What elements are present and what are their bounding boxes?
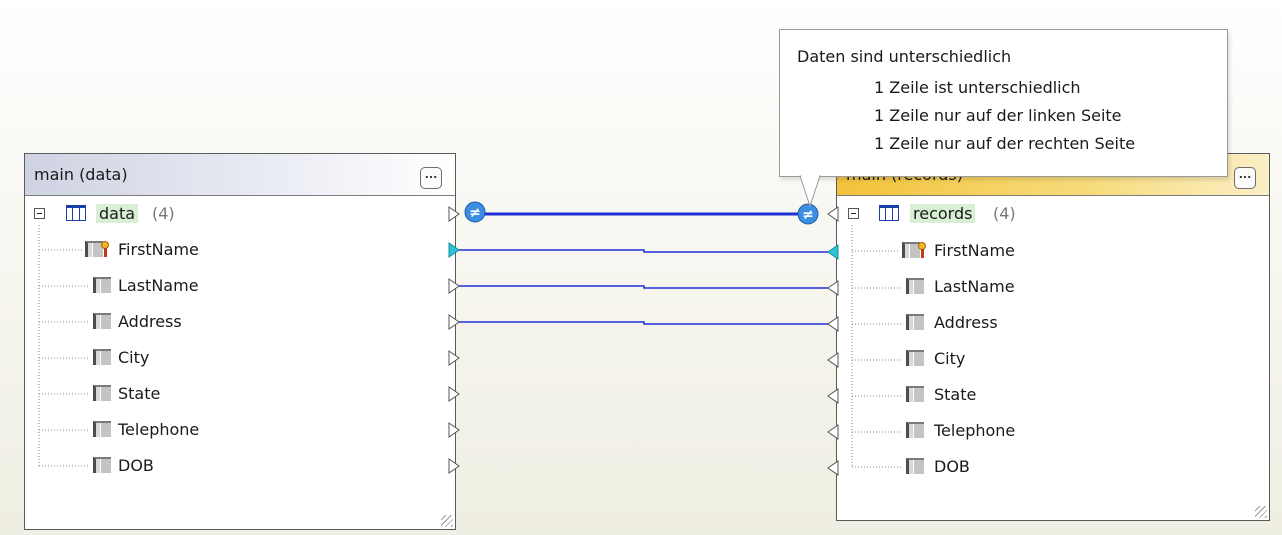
right-resize-grip[interactable] bbox=[1255, 506, 1267, 518]
connector-input[interactable] bbox=[827, 316, 839, 332]
left-column-label: City bbox=[118, 348, 150, 367]
left-root-row[interactable]: data (4) bbox=[25, 196, 455, 232]
connector-input[interactable] bbox=[827, 460, 839, 476]
left-column-row-address[interactable]: Address bbox=[25, 304, 455, 340]
connector-input[interactable] bbox=[827, 244, 839, 260]
column-icon bbox=[93, 457, 111, 473]
left-root-label: data bbox=[96, 204, 139, 223]
left-column-row-telephone[interactable]: Telephone bbox=[25, 412, 455, 448]
right-column-row-firstname[interactable]: FirstName bbox=[837, 233, 1269, 269]
right-root-count: (4) bbox=[993, 204, 1016, 223]
column-icon bbox=[906, 278, 924, 294]
table-icon bbox=[66, 205, 86, 221]
column-icon bbox=[93, 313, 111, 329]
connector-input[interactable] bbox=[827, 388, 839, 404]
not-equal-icon: ≠ bbox=[469, 205, 481, 221]
left-component-options-button[interactable]: ... bbox=[420, 167, 442, 189]
connector-input[interactable] bbox=[827, 352, 839, 368]
right-column-row-state[interactable]: State bbox=[837, 377, 1269, 413]
collapse-icon[interactable] bbox=[848, 208, 859, 219]
right-root-label: records bbox=[910, 204, 976, 223]
collapse-icon[interactable] bbox=[34, 208, 45, 219]
left-column-row-firstname[interactable]: FirstName bbox=[25, 232, 455, 268]
column-icon bbox=[93, 385, 111, 401]
diff-tooltip: Daten sind unterschiedlich 1 Zeile ist u… bbox=[779, 29, 1228, 177]
right-component-options-button[interactable]: ... bbox=[1234, 167, 1256, 189]
connection-line-address[interactable] bbox=[458, 321, 832, 325]
diff-badge-right[interactable]: ≠ bbox=[797, 203, 819, 225]
right-column-row-address[interactable]: Address bbox=[837, 305, 1269, 341]
right-column-row-telephone[interactable]: Telephone bbox=[837, 413, 1269, 449]
left-column-label: DOB bbox=[118, 456, 154, 475]
left-column-label: FirstName bbox=[118, 240, 199, 259]
connector-input[interactable] bbox=[827, 424, 839, 440]
right-column-row-city[interactable]: City bbox=[837, 341, 1269, 377]
left-resize-grip[interactable] bbox=[441, 515, 453, 527]
not-equal-icon: ≠ bbox=[802, 207, 814, 223]
left-component-header[interactable]: main (data) ... bbox=[25, 154, 455, 196]
right-column-label: City bbox=[934, 349, 966, 368]
connection-line-firstname[interactable] bbox=[458, 249, 832, 253]
tooltip-title: Daten sind unterschiedlich bbox=[797, 47, 1012, 66]
right-column-label: DOB bbox=[934, 457, 970, 476]
connection-line-lastname[interactable] bbox=[458, 285, 832, 289]
left-column-row-dob[interactable]: DOB bbox=[25, 448, 455, 484]
right-column-row-dob[interactable]: DOB bbox=[837, 449, 1269, 485]
right-column-label: LastName bbox=[934, 277, 1015, 296]
left-column-label: Telephone bbox=[118, 420, 200, 439]
connector-input[interactable] bbox=[827, 206, 839, 222]
column-icon bbox=[93, 277, 111, 293]
column-icon bbox=[906, 422, 924, 438]
tooltip-line: 1 Zeile ist unterschiedlich bbox=[874, 78, 1081, 97]
connector-input[interactable] bbox=[827, 280, 839, 296]
left-column-row-city[interactable]: City bbox=[25, 340, 455, 376]
right-root-row[interactable]: records (4) bbox=[837, 196, 1269, 232]
column-icon bbox=[906, 314, 924, 330]
column-icon bbox=[906, 386, 924, 402]
left-column-row-lastname[interactable]: LastName bbox=[25, 268, 455, 304]
right-column-label: FirstName bbox=[934, 241, 1015, 260]
right-column-label: Address bbox=[934, 313, 998, 332]
left-column-label: LastName bbox=[118, 276, 199, 295]
key-icon bbox=[917, 242, 927, 258]
column-icon bbox=[93, 349, 111, 365]
right-component[interactable]: main (records) ... records (4) FirstName… bbox=[836, 153, 1270, 521]
column-icon bbox=[906, 458, 924, 474]
tooltip-line: 1 Zeile nur auf der rechten Seite bbox=[874, 134, 1136, 153]
column-icon bbox=[93, 421, 111, 437]
diff-badge-left[interactable]: ≠ bbox=[464, 201, 486, 223]
left-column-row-state[interactable]: State bbox=[25, 376, 455, 412]
right-column-label: Telephone bbox=[934, 421, 1016, 440]
left-component[interactable]: main (data) ... data (4) FirstName LastN… bbox=[24, 153, 456, 530]
right-column-label: State bbox=[934, 385, 977, 404]
mapping-canvas: main (data) ... data (4) FirstName LastN… bbox=[0, 0, 1282, 535]
left-root-count: (4) bbox=[152, 204, 175, 223]
column-icon bbox=[906, 350, 924, 366]
left-column-label: Address bbox=[118, 312, 182, 331]
tooltip-line: 1 Zeile nur auf der linken Seite bbox=[874, 106, 1122, 125]
key-icon bbox=[100, 241, 110, 257]
left-component-title: main (data) bbox=[34, 165, 128, 184]
left-column-label: State bbox=[118, 384, 161, 403]
right-column-row-lastname[interactable]: LastName bbox=[837, 269, 1269, 305]
table-icon bbox=[879, 205, 899, 221]
